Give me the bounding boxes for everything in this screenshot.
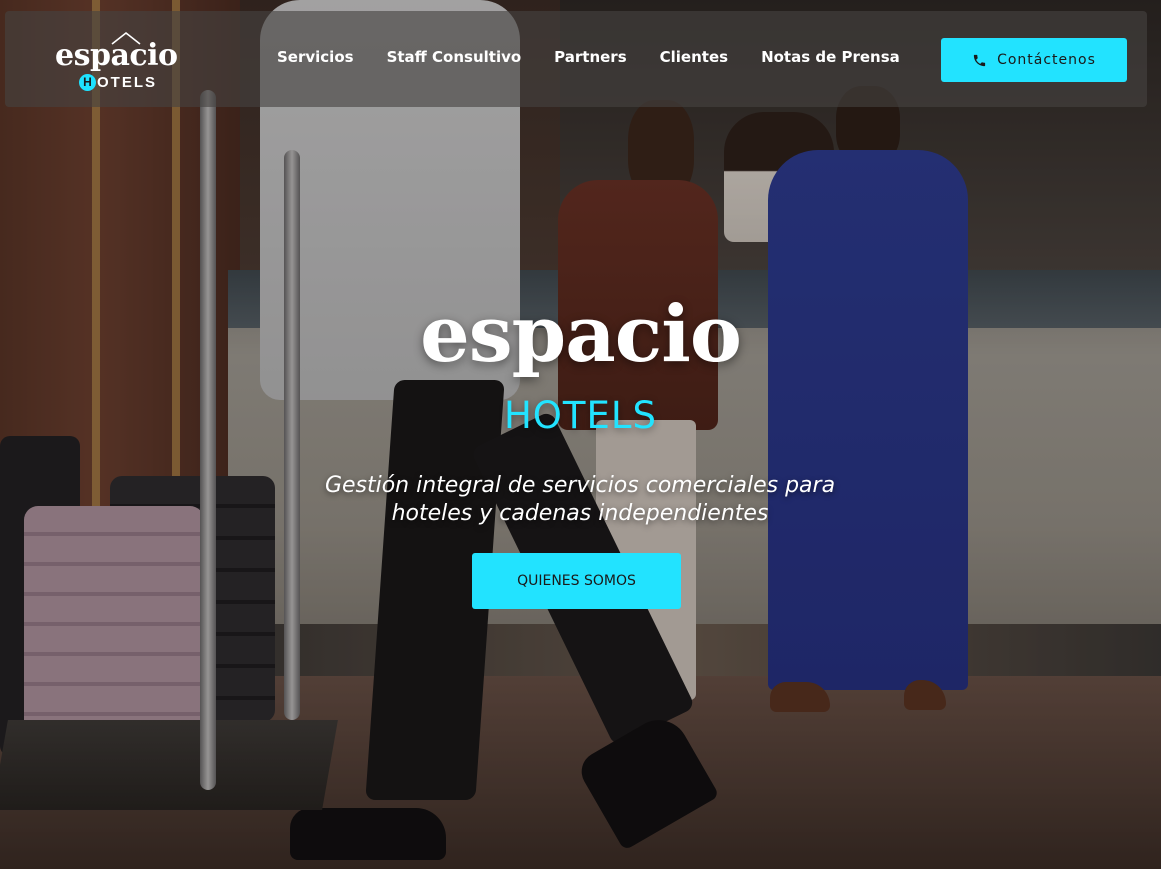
main-nav: Servicios Staff Consultivo Partners Clie… [277,48,900,66]
quienes-somos-button[interactable]: QUIENES SOMOS [472,553,681,609]
site-logo[interactable]: espacio H OTELS [55,31,180,105]
hero-title: espacio [420,289,742,380]
hero-tagline-line2: hoteles y cadenas independientes [391,501,769,526]
hero-tagline-line1: Gestión integral de servicios comerciale… [324,473,836,498]
hero-subtitle: HOTELS [503,394,658,437]
logo-subtitle: H OTELS [79,74,157,91]
nav-item-staff-consultivo[interactable]: Staff Consultivo [387,48,522,66]
contact-button-label: Contáctenos [997,52,1096,68]
nav-item-clientes[interactable]: Clientes [660,48,728,66]
nav-item-servicios[interactable]: Servicios [277,48,354,66]
hero-tagline: Gestión integral de servicios comerciale… [280,472,880,528]
logo-wordmark: espacio [55,38,178,73]
nav-item-partners[interactable]: Partners [554,48,626,66]
logo-h-badge: H [79,74,96,91]
contact-button[interactable]: Contáctenos [941,38,1127,82]
logo-subtitle-text: OTELS [97,74,158,91]
site-header: espacio H OTELS Servicios Staff Consulti… [5,11,1147,107]
phone-icon [973,54,986,66]
nav-item-notas-de-prensa[interactable]: Notas de Prensa [761,48,900,66]
